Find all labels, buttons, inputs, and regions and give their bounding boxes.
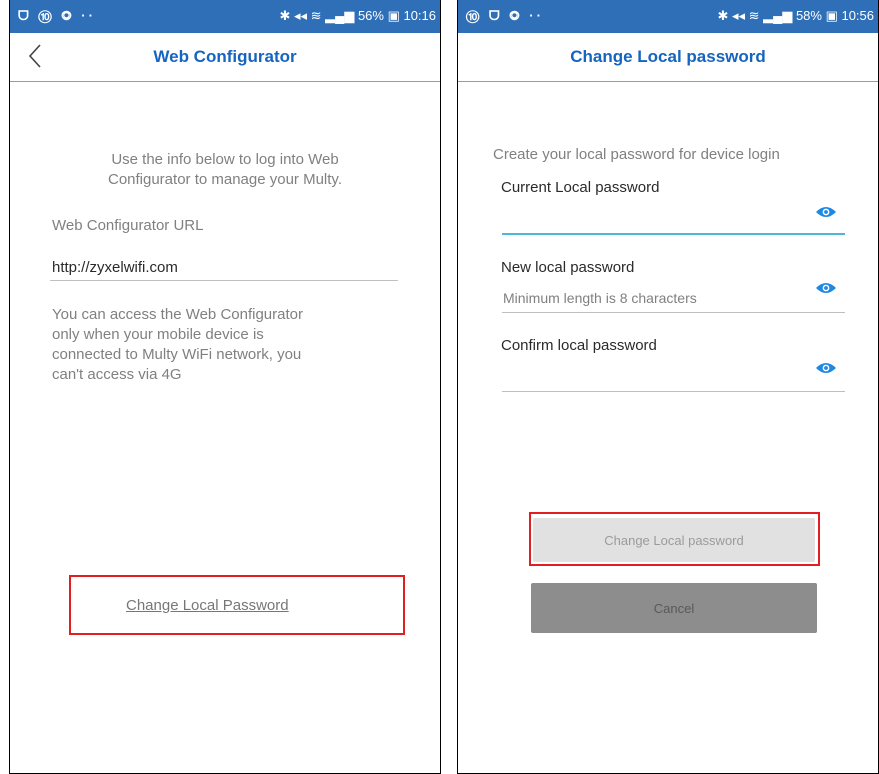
status-right-info: ✱ ◂◂ ≋ ▂▄▆ 58% ▣ 10:56 [717, 8, 874, 23]
new-password-label: New local password [501, 259, 635, 276]
intro-line: Use the info below to log into Web [111, 151, 339, 168]
cancel-button[interactable]: Cancel [531, 583, 817, 633]
confirm-password-label: Confirm local password [501, 337, 657, 354]
header: Web Configurator [10, 33, 440, 82]
status-left-icons: ᗜ ⑩ ◎ ·· [18, 8, 96, 23]
note-line: only when your mobile device is [52, 326, 264, 343]
status-bar: ⑩ ᗜ ◎ ·· ✱ ◂◂ ≋ ▂▄▆ 58% ▣ 10:56 [458, 0, 878, 33]
url-underline [50, 280, 398, 281]
status-right-info: ✱ ◂◂ ≋ ▂▄▆ 56% ▣ 10:16 [279, 8, 436, 23]
note-line: can't access via 4G [52, 366, 182, 383]
eye-icon[interactable] [815, 205, 837, 219]
url-label: Web Configurator URL [52, 217, 204, 234]
highlight-box [69, 575, 405, 635]
current-password-label: Current Local password [501, 179, 660, 196]
eye-icon[interactable] [815, 361, 837, 375]
note-line: connected to Multy WiFi network, you [52, 346, 302, 363]
new-password-input[interactable]: Minimum length is 8 characters [503, 288, 697, 308]
page-title: Change Local password [570, 47, 766, 66]
access-note: You can access the Web Configurator only… [52, 305, 303, 385]
note-line: You can access the Web Configurator [52, 306, 303, 323]
change-local-password-screen: ⑩ ᗜ ◎ ·· ✱ ◂◂ ≋ ▂▄▆ 58% ▣ 10:56 Change L… [457, 0, 879, 774]
intro-line: Configurator to manage your Multy. [107, 171, 342, 188]
page-title: Web Configurator [153, 47, 297, 66]
confirm-password-underline [502, 391, 845, 392]
eye-icon[interactable] [815, 281, 837, 295]
current-password-input[interactable] [502, 208, 842, 232]
intro-text: Create your local password for device lo… [493, 146, 780, 163]
status-left-icons: ⑩ ᗜ ◎ ·· [466, 8, 544, 23]
new-password-underline [502, 312, 845, 313]
highlight-box [529, 512, 820, 566]
confirm-password-input[interactable] [502, 365, 842, 389]
header: Change Local password [458, 33, 878, 82]
web-configurator-screen: ᗜ ⑩ ◎ ·· ✱ ◂◂ ≋ ▂▄▆ 56% ▣ 10:16 Web Conf… [9, 0, 441, 774]
status-bar: ᗜ ⑩ ◎ ·· ✱ ◂◂ ≋ ▂▄▆ 56% ▣ 10:16 [10, 0, 440, 33]
url-value: http://zyxelwifi.com [52, 259, 178, 276]
intro-text: Use the info below to log into Web Confi… [10, 150, 440, 190]
current-password-underline [502, 233, 845, 235]
